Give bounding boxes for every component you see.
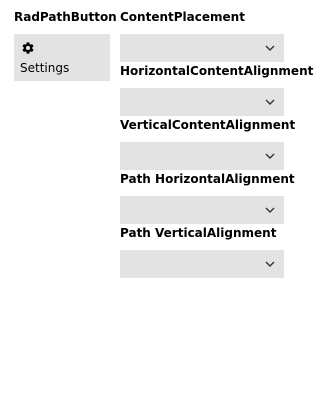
path-vertical-alignment-label: Path VerticalAlignment — [120, 226, 277, 240]
gear-icon — [21, 41, 35, 55]
path-horizontal-alignment-combobox[interactable] — [120, 196, 284, 224]
chevron-down-icon — [265, 259, 275, 269]
horizontal-content-alignment-combobox[interactable] — [120, 88, 284, 116]
content-placement-combobox[interactable] — [120, 34, 284, 62]
horizontal-content-alignment-label: HorizontalContentAlignment — [120, 64, 314, 78]
demo-title: RadPathButton — [14, 10, 117, 24]
chevron-down-icon — [265, 43, 275, 53]
vertical-content-alignment-combobox[interactable] — [120, 142, 284, 170]
path-horizontal-alignment-label: Path HorizontalAlignment — [120, 172, 295, 186]
chevron-down-icon — [265, 97, 275, 107]
path-vertical-alignment-combobox[interactable] — [120, 250, 284, 278]
settings-path-button[interactable]: Settings — [14, 34, 110, 81]
content-placement-label: ContentPlacement — [120, 10, 245, 24]
vertical-content-alignment-label: VerticalContentAlignment — [120, 118, 296, 132]
chevron-down-icon — [265, 151, 275, 161]
settings-button-label: Settings — [20, 61, 70, 75]
chevron-down-icon — [265, 205, 275, 215]
